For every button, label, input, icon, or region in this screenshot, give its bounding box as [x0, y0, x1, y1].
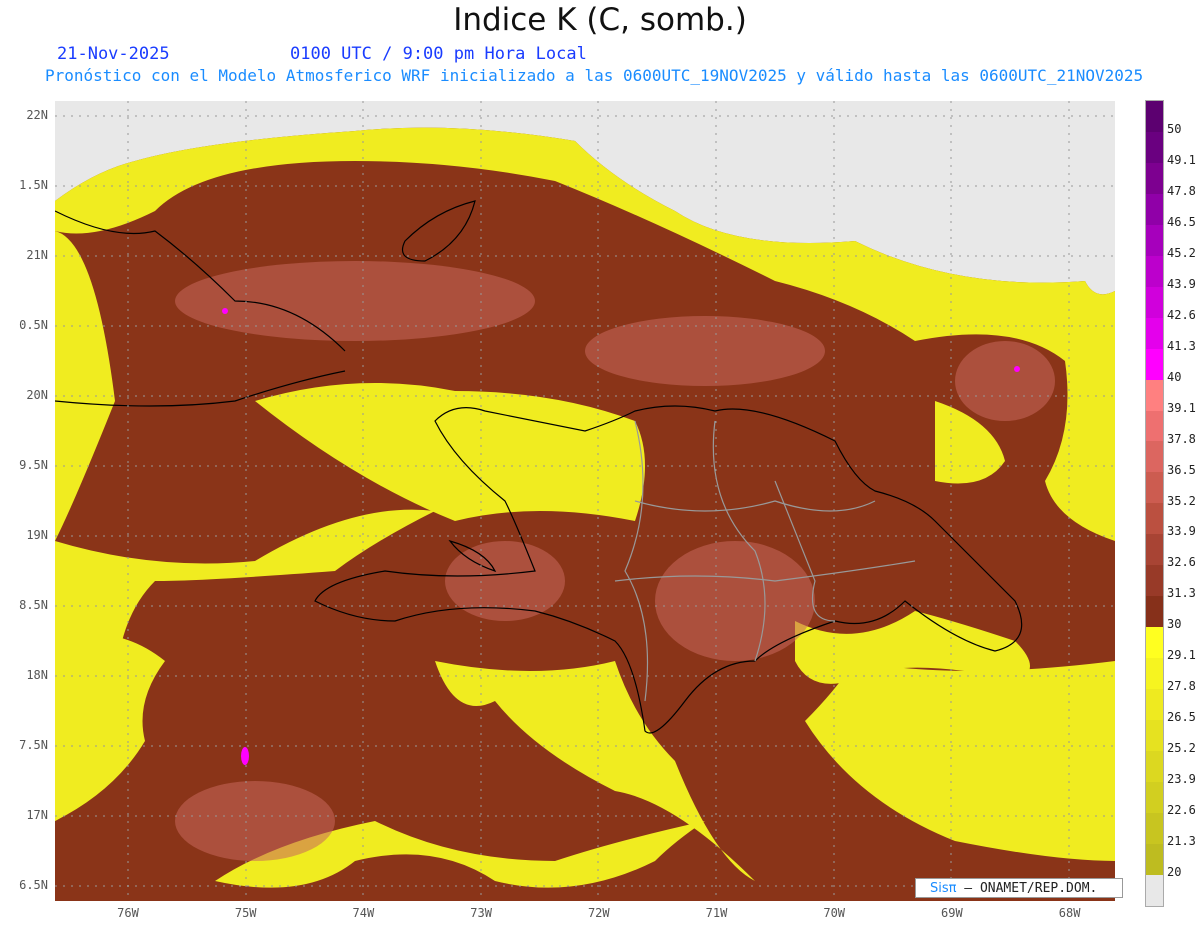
colorbar-swatch — [1146, 503, 1163, 535]
colorbar-swatch — [1146, 348, 1163, 380]
forecast-time: 0100 UTC / 9:00 pm Hora Local — [290, 44, 587, 64]
colorbar-swatch — [1146, 131, 1163, 163]
colorbar-swatch — [1146, 843, 1163, 875]
colorbar-swatch — [1146, 874, 1163, 906]
colorbar-swatch — [1146, 410, 1163, 442]
colorbar-swatch — [1146, 565, 1163, 597]
colorbar-label: 45.2 — [1167, 245, 1196, 260]
lat-label: 21N — [26, 248, 48, 262]
colorbar-swatch — [1146, 627, 1163, 659]
credit-box: Sisπ – ONAMET/REP.DOM. — [915, 878, 1123, 898]
lon-label: 69W — [941, 906, 963, 920]
lon-label: 73W — [470, 906, 492, 920]
colorbar-label: 49.1 — [1167, 152, 1196, 167]
colorbar-label: 31.3 — [1167, 586, 1196, 601]
colorbar-label: 35.2 — [1167, 493, 1196, 508]
colorbar-label: 46.5 — [1167, 214, 1196, 229]
colorbar-swatch — [1146, 101, 1163, 132]
colorbar-label: 27.8 — [1167, 679, 1196, 694]
colorbar-label: 37.8 — [1167, 431, 1196, 446]
lat-label: 9.5N — [19, 458, 48, 472]
colorbar-swatch — [1146, 720, 1163, 752]
colorbar-swatch — [1146, 317, 1163, 349]
colorbar-swatch — [1146, 658, 1163, 690]
colorbar-swatch — [1146, 781, 1163, 813]
lat-label: 6.5N — [19, 878, 48, 892]
forecast-subtitle: Pronóstico con el Modelo Atmosferico WRF… — [45, 66, 1144, 85]
colorbar-label: 50 — [1167, 122, 1182, 136]
colorbar-label: 43.9 — [1167, 276, 1196, 291]
lat-label: 8.5N — [19, 598, 48, 612]
lat-label: 18N — [26, 668, 48, 682]
colorbar-label: 42.6 — [1167, 307, 1196, 322]
lon-label: 75W — [234, 906, 257, 920]
credit-text: – ONAMET/REP.DOM. — [964, 881, 1098, 896]
colorbar-label: 23.9 — [1167, 772, 1196, 787]
colorbar-swatch — [1146, 255, 1163, 287]
sispi-logo: Sisπ — [930, 881, 957, 896]
colorbar-swatch — [1146, 596, 1163, 628]
lon-label: 70W — [823, 906, 846, 920]
colorbar-swatch — [1146, 751, 1163, 782]
forecast-date: 21-Nov-2025 — [57, 44, 170, 64]
lat-label: 0.5N — [19, 318, 48, 332]
colorbar-label: 41.3 — [1167, 338, 1196, 353]
lon-label: 72W — [587, 906, 610, 920]
lon-label: 71W — [705, 906, 728, 920]
colorbar-swatch — [1146, 224, 1163, 256]
lat-label: 19N — [26, 528, 48, 542]
colorbar-swatch — [1146, 812, 1163, 844]
colorbar-label: 32.6 — [1167, 555, 1196, 570]
colorbar-swatch — [1146, 534, 1163, 566]
colorbar-label: 36.5 — [1167, 462, 1196, 477]
colorbar-label: 25.2 — [1167, 741, 1196, 756]
lon-label: 74W — [352, 906, 375, 920]
colorbar — [1145, 100, 1164, 907]
map-title: Indice K (C, somb.) — [453, 2, 747, 38]
lon-label: 76W — [117, 906, 139, 920]
lon-label: 68W — [1058, 906, 1081, 920]
colorbar-label: 21.3 — [1167, 834, 1196, 849]
colorbar-swatch — [1146, 162, 1163, 194]
colorbar-swatch — [1146, 441, 1163, 473]
colorbar-swatch — [1146, 472, 1163, 504]
colorbar-label: 29.1 — [1167, 648, 1196, 663]
colorbar-swatch — [1146, 286, 1163, 318]
colorbar-label: 47.8 — [1167, 183, 1196, 198]
colorbar-swatch — [1146, 689, 1163, 721]
colorbar-label: 40 — [1167, 369, 1182, 384]
lat-label: 22N — [26, 108, 48, 122]
colorbar-label: 20 — [1167, 865, 1182, 880]
lat-label: 20N — [26, 388, 48, 402]
colorbar-swatch — [1146, 379, 1163, 411]
colorbar-label: 26.5 — [1167, 710, 1196, 725]
lat-label: 1.5N — [19, 178, 48, 192]
k-index-map — [55, 101, 1115, 901]
lat-label: 17N — [26, 808, 48, 822]
colorbar-label: 22.6 — [1167, 803, 1196, 818]
colorbar-label: 30 — [1167, 617, 1182, 632]
colorbar-swatch — [1146, 193, 1163, 225]
colorbar-label: 33.9 — [1167, 524, 1196, 539]
lat-label: 7.5N — [19, 738, 48, 752]
colorbar-label: 39.1 — [1167, 400, 1196, 415]
